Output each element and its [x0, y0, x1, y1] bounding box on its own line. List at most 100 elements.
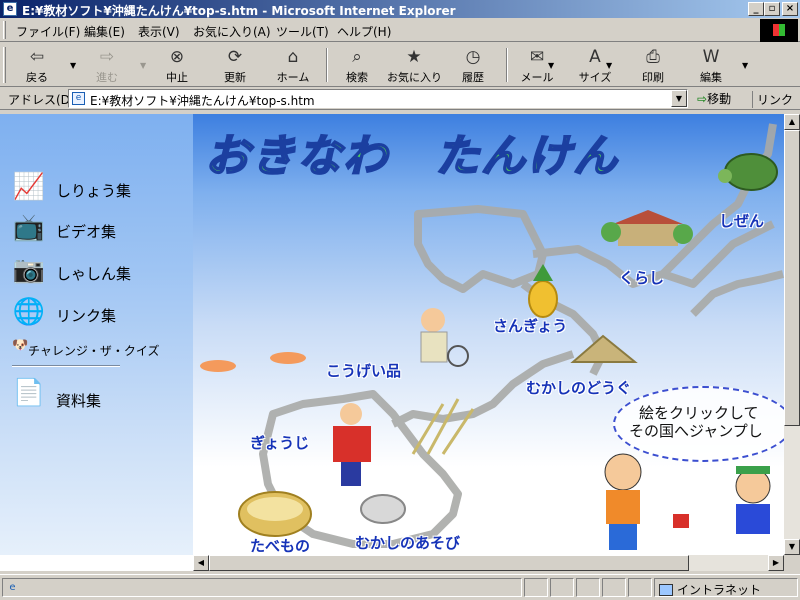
menu-favorites[interactable]: お気に入り(A)	[193, 23, 271, 40]
toolbar: ⇦ 戻る ▼ ⇨ 進む ▼ ⊗ 中止 ⟳ 更新 ⌂ ホーム ⌕ 検索 ★ お気に…	[0, 43, 800, 87]
print-button[interactable]: ⎙ 印刷	[626, 46, 680, 84]
forward-label: 進む	[96, 71, 118, 84]
okinawa-map: おきなわ たんけん しぜん くらし さんぎょう こうげい品 むかしのどうぐ ぎょ…	[193, 114, 784, 555]
edit-label: 編集	[700, 71, 722, 84]
bubble-line-2: その国へジャンプし	[629, 422, 763, 440]
seal-illustration[interactable]	[360, 494, 406, 524]
scroll-corner	[784, 555, 800, 571]
links-button[interactable]: リンク	[752, 91, 793, 108]
rice-plant-illustration[interactable]	[411, 398, 475, 455]
menu-tools[interactable]: ツール(T)	[276, 23, 329, 40]
mail-dropdown[interactable]: ▼	[548, 61, 554, 70]
label-nature[interactable]: しぜん	[719, 210, 764, 231]
scroll-left-button[interactable]: ◀	[193, 555, 209, 571]
refresh-button[interactable]: ⟳ 更新	[208, 46, 262, 84]
print-icon: ⎙	[646, 47, 660, 67]
windows-logo-icon	[760, 19, 798, 42]
label-industry[interactable]: さんぎょう	[493, 315, 567, 336]
nav-divider	[12, 365, 120, 367]
vertical-scrollbar[interactable]: ▲ ▼	[784, 114, 800, 555]
toolbar-grip	[3, 47, 6, 83]
page-title: おきなわ たんけん	[204, 130, 619, 183]
home-icon: ⌂	[287, 47, 299, 67]
nav-quiz-label: チャレンジ・ザ・クイズ	[28, 344, 160, 358]
label-life[interactable]: くらし	[619, 267, 664, 288]
speech-bubble: 絵をクリックして その国へジャンプし	[613, 386, 784, 462]
size-label: サイズ	[578, 71, 612, 84]
status-panel	[628, 578, 652, 597]
label-old-tools[interactable]: むかしのどうぐ	[526, 377, 631, 398]
intranet-icon	[659, 584, 673, 596]
straw-hat-illustration[interactable]	[570, 334, 638, 363]
edit-dropdown[interactable]: ▼	[742, 61, 748, 70]
label-food[interactable]: たべもの	[250, 535, 310, 555]
mail-button[interactable]: ✉ メール	[510, 46, 564, 84]
dancer-illustration[interactable]	[333, 403, 371, 486]
size-dropdown[interactable]: ▼	[606, 61, 612, 70]
horizontal-scroll-thumb[interactable]	[209, 555, 689, 571]
nav-data-label: しりょう集	[56, 182, 132, 200]
zone-panel: イントラネット	[654, 578, 798, 597]
menu-help[interactable]: ヘルプ(H)	[337, 23, 391, 40]
boy-with-letter-illustration[interactable]	[604, 453, 642, 550]
size-button[interactable]: A サイズ	[568, 46, 622, 84]
vertical-scroll-thumb[interactable]	[784, 130, 800, 426]
label-craft[interactable]: こうげい品	[326, 360, 401, 381]
chart-icon: 📈	[12, 172, 46, 202]
nav-video-label: ビデオ集	[56, 223, 117, 241]
village-illustration[interactable]	[601, 210, 693, 246]
close-button[interactable]: ×	[782, 2, 798, 16]
home-button[interactable]: ⌂ ホーム	[266, 46, 320, 84]
horizontal-scrollbar[interactable]: ◀ ▶	[193, 555, 784, 571]
camera-icon: 📷	[12, 255, 46, 285]
page-icon: e	[72, 92, 85, 105]
craftsman-illustration[interactable]	[420, 308, 469, 367]
menu-view[interactable]: 表示(V)	[138, 23, 180, 40]
edit-icon: W	[702, 47, 720, 67]
stop-button[interactable]: ⊗ 中止	[150, 46, 204, 84]
back-button[interactable]: ⇦ 戻る	[10, 46, 64, 84]
forward-arrow-icon: ⇨	[99, 47, 115, 67]
turtle-illustration[interactable]	[718, 153, 778, 191]
edit-button[interactable]: W 編集	[684, 46, 738, 84]
status-panel	[550, 578, 574, 597]
boy-with-cap-illustration[interactable]	[735, 466, 771, 534]
font-size-icon: A	[589, 47, 601, 67]
status-panel	[576, 578, 600, 597]
toolbar-separator	[506, 48, 508, 82]
window-title: E:¥教材ソフト¥沖縄たんけん¥top-s.htm - Microsoft In…	[22, 4, 456, 18]
address-bar: アドレス(D) e E:¥教材ソフト¥沖縄たんけん¥top-s.htm ▼ ⇨移…	[0, 88, 800, 110]
mail-label: メール	[520, 71, 554, 84]
mail-robot-illustration[interactable]	[673, 514, 689, 528]
address-label: アドレス(D)	[8, 93, 75, 107]
soba-bowl-illustration[interactable]	[238, 491, 312, 537]
scroll-up-button[interactable]: ▲	[784, 114, 800, 130]
label-fishing[interactable]: ぎょうじ	[250, 432, 309, 453]
scroll-down-button[interactable]: ▼	[784, 539, 800, 555]
menu-bar: ファイル(F) 編集(E) 表示(V) お気に入り(A) ツール(T) ヘルプ(…	[0, 18, 800, 42]
label-old-play[interactable]: むかしのあそび	[355, 532, 460, 553]
forward-button[interactable]: ⇨ 進む	[80, 46, 134, 84]
menu-grip	[3, 21, 6, 39]
status-panel	[524, 578, 548, 597]
maximize-button[interactable]: ▫	[764, 2, 780, 16]
address-input[interactable]: e E:¥教材ソフト¥沖縄たんけん¥top-s.htm ▼	[68, 89, 688, 108]
scroll-right-button[interactable]: ▶	[768, 555, 784, 571]
back-label: 戻る	[26, 71, 48, 84]
menu-file[interactable]: ファイル(F)	[16, 23, 80, 40]
minimize-button[interactable]: _	[748, 2, 764, 16]
search-button[interactable]: ⌕ 検索	[330, 46, 384, 84]
address-value[interactable]: E:¥教材ソフト¥沖縄たんけん¥top-s.htm	[90, 92, 315, 109]
globe-computer-icon: 🌐	[12, 297, 46, 327]
back-dropdown[interactable]: ▼	[70, 61, 76, 70]
history-button[interactable]: ◷ 履歴	[446, 46, 500, 84]
refresh-label: 更新	[224, 71, 246, 84]
favorites-button[interactable]: ★ お気に入り	[387, 46, 442, 84]
document-icon: 📄	[12, 378, 46, 408]
address-dropdown[interactable]: ▼	[671, 90, 687, 107]
ie-logo-icon: e	[3, 2, 17, 16]
menu-edit[interactable]: 編集(E)	[84, 23, 125, 40]
forward-dropdown[interactable]: ▼	[140, 61, 146, 70]
go-button[interactable]: ⇨移動	[697, 90, 731, 108]
stop-icon: ⊗	[169, 47, 185, 67]
